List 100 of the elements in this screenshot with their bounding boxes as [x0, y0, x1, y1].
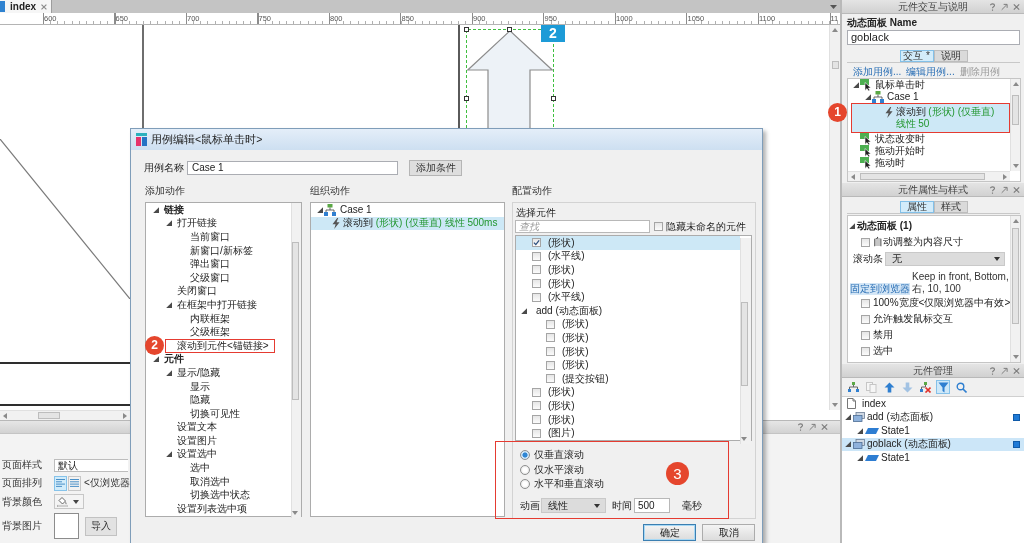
expand-triangle-icon[interactable] [153, 206, 159, 213]
event-label[interactable]: 鼠标单击时 [875, 79, 925, 92]
event-label[interactable]: 拖动开始时 [875, 145, 925, 158]
link[interactable]: 固定到浏览器 [850, 283, 910, 295]
tree-item[interactable]: 打开链接 [177, 217, 217, 230]
tree-item[interactable]: 内联框架 [190, 312, 230, 325]
expand-triangle-icon[interactable] [853, 82, 859, 89]
checkbox-label[interactable]: 自动调整为内容尺寸 [873, 236, 963, 248]
scrollbar-thumb[interactable] [1012, 228, 1019, 324]
cancel-button[interactable]: 取消 [702, 524, 755, 541]
dropdown[interactable]: 无 [885, 252, 1005, 266]
widget-row[interactable]: (形状) [516, 399, 740, 413]
radio-button[interactable] [520, 479, 530, 490]
help-icon[interactable] [989, 2, 996, 11]
expand-triangle-icon[interactable] [857, 427, 863, 434]
tree-item[interactable]: 隐藏 [190, 394, 210, 407]
radio-label[interactable]: 水平和垂直滚动 [534, 478, 604, 491]
expand-triangle-icon[interactable] [865, 94, 871, 101]
expand-triangle-icon[interactable] [166, 301, 172, 308]
tree-item[interactable]: 关闭窗口 [177, 285, 217, 298]
widget-row[interactable]: (形状) [516, 276, 740, 291]
close-icon[interactable] [41, 3, 47, 10]
event-label[interactable]: 状态改变时 [875, 133, 925, 146]
action-row[interactable]: 滚动到 (形状) (仅垂直) 线性 500ms [311, 216, 504, 231]
expand-triangle-icon[interactable] [153, 356, 159, 363]
toolbar-button[interactable] [918, 380, 932, 394]
checkbox-label[interactable]: 隐藏未命名的元件 [666, 220, 746, 233]
close-icon[interactable] [1013, 185, 1020, 194]
scroll-down-icon[interactable] [1012, 164, 1019, 168]
checkbox[interactable] [532, 292, 541, 302]
expand-triangle-icon[interactable] [166, 451, 172, 458]
widget-row[interactable]: (形状) [516, 331, 740, 345]
color-picker-button[interactable] [54, 494, 84, 509]
checkbox[interactable] [861, 330, 870, 340]
close-icon[interactable] [1013, 366, 1020, 375]
radio-button[interactable] [520, 464, 530, 475]
toolbar-button[interactable] [846, 380, 860, 394]
checkbox[interactable] [532, 415, 541, 424]
checkbox[interactable] [532, 265, 541, 275]
checkbox[interactable] [654, 222, 663, 231]
widget-row[interactable]: (形状) [516, 236, 740, 250]
outline-row[interactable]: State1 [842, 451, 1024, 465]
tab[interactable]: 交互 * [899, 50, 934, 62]
tree-item[interactable]: 当前窗口 [190, 231, 230, 243]
tree-item[interactable]: 滚动到元件<锚链接> [177, 339, 269, 352]
ok-button[interactable]: 确定 [643, 524, 696, 541]
widget-row[interactable]: (形状) [516, 317, 740, 332]
expand-triangle-icon[interactable] [849, 223, 855, 229]
add-condition-button[interactable]: 添加条件 [409, 160, 462, 176]
import-button[interactable]: 导入 [85, 516, 117, 536]
scrollbar[interactable] [740, 238, 751, 444]
tree-item[interactable]: 选中 [190, 462, 210, 475]
caret-icon[interactable] [830, 4, 837, 9]
scroll-down-icon[interactable] [1012, 355, 1019, 359]
scrollbar[interactable] [829, 25, 840, 410]
scroll-left-icon[interactable] [3, 412, 7, 419]
checkbox[interactable] [546, 319, 555, 329]
tab[interactable]: 属性 [899, 201, 934, 213]
document-tab[interactable]: index [0, 0, 52, 13]
scroll-down-icon[interactable] [292, 511, 298, 515]
scrollbar-thumb[interactable] [38, 412, 60, 419]
page-style-select[interactable]: 默认 [54, 458, 128, 472]
expand-triangle-icon[interactable] [166, 369, 172, 376]
scrollbar[interactable] [0, 410, 130, 420]
widget-row[interactable]: (水平线) [516, 290, 740, 304]
case-label[interactable]: Case 1 [340, 203, 372, 216]
radio-button[interactable] [520, 450, 530, 461]
event-label[interactable]: 拖动时 [875, 157, 905, 170]
widget-row[interactable]: (形状) [516, 412, 740, 427]
help-icon[interactable] [989, 185, 996, 194]
scroll-up-icon[interactable] [1012, 219, 1019, 223]
checkbox[interactable] [546, 333, 555, 343]
page-item[interactable]: index [842, 397, 1024, 411]
expand-triangle-icon[interactable] [166, 220, 172, 227]
checkbox[interactable] [532, 251, 541, 261]
tree-item[interactable]: 设置选中 [177, 448, 217, 461]
animation-dropdown[interactable]: 线性 [541, 498, 606, 513]
tree-item[interactable]: 元件 [164, 353, 184, 366]
expand-triangle-icon[interactable] [857, 454, 863, 461]
scroll-right-icon[interactable] [1003, 173, 1007, 180]
popout-icon[interactable] [1001, 2, 1008, 11]
radio-label[interactable]: 仅水平滚动 [534, 463, 584, 476]
checkbox-label[interactable]: 禁用 [873, 329, 893, 341]
scroll-down-icon[interactable] [832, 403, 838, 407]
name-field[interactable]: goblack [847, 30, 1020, 45]
close-icon[interactable] [821, 423, 828, 431]
tab[interactable]: 样式 [933, 201, 968, 213]
action-row[interactable]: 滚动到 (形状) (仅垂直) 线性 50 [851, 103, 1010, 133]
image-well[interactable] [54, 513, 79, 539]
checkbox[interactable] [546, 360, 555, 370]
help-icon[interactable] [989, 366, 996, 375]
checkbox[interactable] [861, 346, 870, 356]
widget-row[interactable]: add (动态面板) [516, 303, 740, 318]
tree-item[interactable]: 切换可见性 [190, 407, 240, 420]
tree-item[interactable]: 显示/隐藏 [177, 366, 220, 379]
help-icon[interactable] [797, 423, 804, 431]
tree-item[interactable]: 父级窗口 [190, 271, 230, 284]
tree-item[interactable]: 设置图片 [177, 434, 217, 447]
scrollbar[interactable] [1010, 79, 1020, 171]
outline-row[interactable]: State1 [842, 424, 1024, 438]
